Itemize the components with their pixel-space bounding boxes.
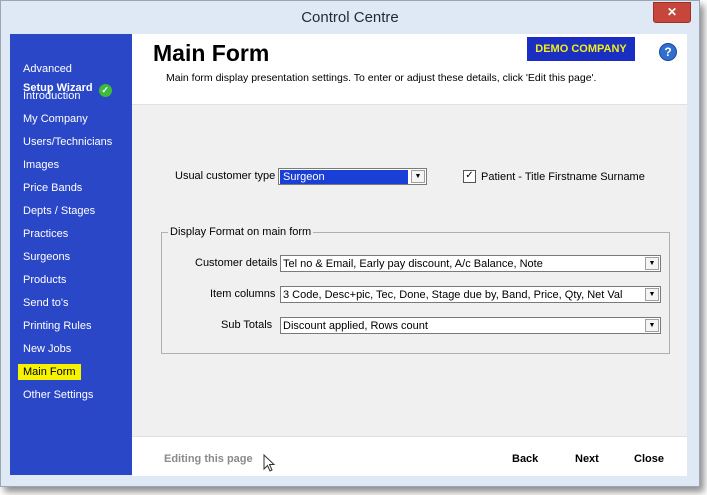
back-button[interactable]: Back [512, 453, 538, 465]
sub-totals-value: Discount applied, Rows count [283, 320, 428, 332]
sidebar-item-practices[interactable]: Practices [23, 226, 68, 242]
title-bar: Control Centre ✕ [1, 1, 699, 33]
customer-type-select[interactable]: Surgeon ▼ [278, 168, 427, 185]
customer-details-select[interactable]: Tel no & Email, Early pay discount, A/c … [280, 255, 661, 272]
sidebar-item-printing-rules[interactable]: Printing Rules [23, 318, 91, 334]
customer-details-value: Tel no & Email, Early pay discount, A/c … [283, 258, 543, 270]
footer-bar: Editing this page Back Next Close [132, 436, 687, 476]
item-columns-select[interactable]: 3 Code, Desc+pic, Tec, Done, Stage due b… [280, 286, 661, 303]
chevron-down-icon[interactable]: ▼ [645, 257, 659, 270]
sidebar-item-surgeons[interactable]: Surgeons [23, 249, 70, 265]
sidebar-item-my-company[interactable]: My Company [23, 111, 88, 127]
demo-company-badge: DEMO COMPANY [527, 37, 635, 61]
customer-type-value: Surgeon [280, 170, 408, 184]
page-header: Main Form Main form display presentation… [132, 34, 687, 105]
item-columns-value: 3 Code, Desc+pic, Tec, Done, Stage due b… [283, 289, 623, 301]
sub-totals-label: Sub Totals [221, 319, 273, 331]
control-centre-window: Control Centre ✕ Advanced Setup Wizard ✓… [0, 0, 700, 487]
sidebar-item-products[interactable]: Products [23, 272, 66, 288]
customer-details-label: Customer details [195, 257, 278, 269]
sub-totals-select[interactable]: Discount applied, Rows count ▼ [280, 317, 661, 334]
wizard-line-1: Advanced [23, 63, 72, 75]
close-button[interactable]: Close [634, 453, 664, 465]
page-title: Main Form [153, 40, 270, 66]
sidebar-item-new-jobs[interactable]: New Jobs [23, 341, 71, 357]
window-title: Control Centre [301, 9, 399, 26]
sidebar-item-users-technicians[interactable]: Users/Technicians [23, 134, 112, 150]
display-format-group: Display Format on main form Customer det… [161, 226, 670, 354]
check-icon: ✓ [98, 84, 112, 97]
next-button[interactable]: Next [575, 453, 599, 465]
content-area: Main Form Main form display presentation… [132, 34, 687, 476]
settings-panel: Usual customer type Surgeon ▼ ✓ Patient … [132, 105, 687, 436]
customer-type-label: Usual customer type [175, 170, 276, 182]
sidebar-item-send-tos[interactable]: Send to's [23, 295, 69, 311]
sidebar-item-main-form[interactable]: Main Form [18, 364, 81, 380]
sidebar-item-price-bands[interactable]: Price Bands [23, 180, 82, 196]
sidebar-item-depts-stages[interactable]: Depts / Stages [23, 203, 95, 219]
group-title: Display Format on main form [168, 226, 314, 238]
close-icon[interactable]: ✕ [653, 2, 691, 23]
page-description: Main form display presentation settings.… [166, 72, 597, 84]
chevron-down-icon[interactable]: ▼ [411, 170, 425, 183]
chevron-down-icon[interactable]: ▼ [645, 319, 659, 332]
mouse-cursor-icon [263, 454, 276, 472]
patient-checkbox[interactable]: ✓ [463, 170, 476, 183]
item-columns-label: Item columns [210, 288, 276, 300]
help-icon[interactable]: ? [659, 43, 677, 61]
patient-checkbox-label: Patient - Title Firstname Surname [481, 171, 645, 183]
edit-page-link[interactable]: Editing this page [164, 453, 253, 465]
sidebar-item-other-settings[interactable]: Other Settings [23, 387, 93, 403]
sidebar-item-introduction[interactable]: Introduction [23, 88, 80, 104]
sidebar-item-images[interactable]: Images [23, 157, 59, 173]
chevron-down-icon[interactable]: ▼ [645, 288, 659, 301]
